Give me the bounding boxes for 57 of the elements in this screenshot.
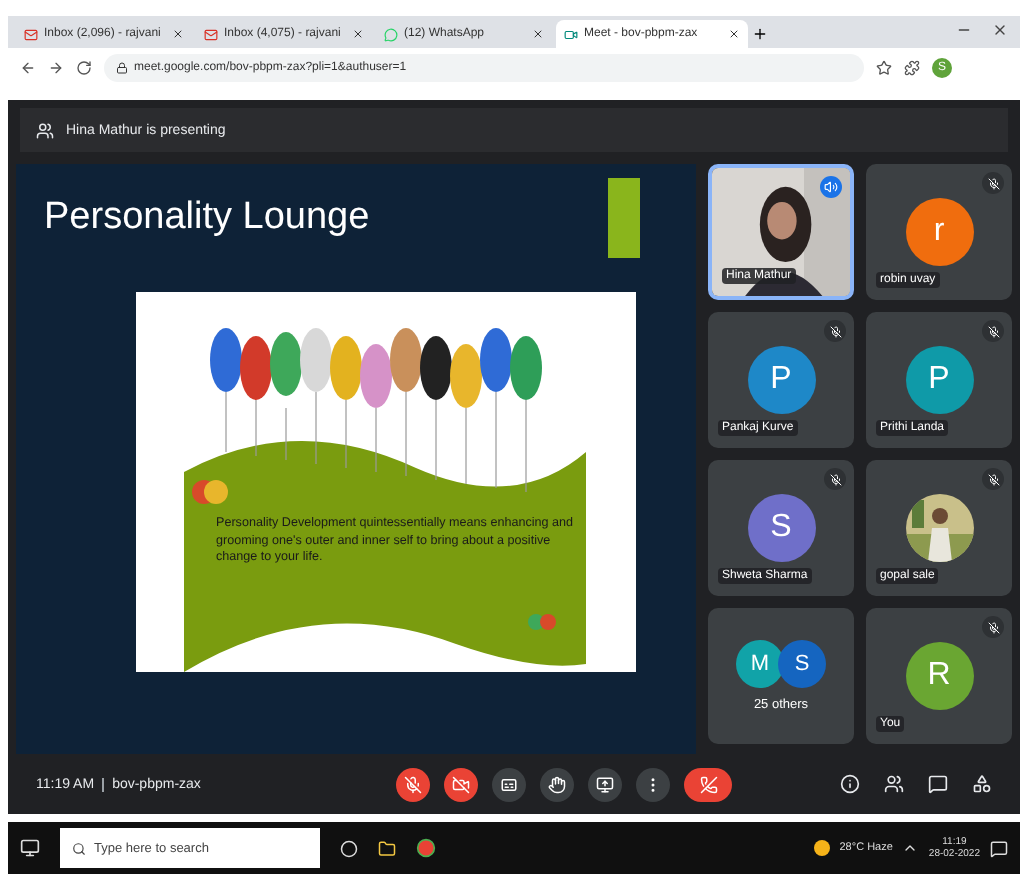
video-icon <box>564 27 578 41</box>
shapes-icon[interactable] <box>972 774 992 794</box>
search-icon <box>72 841 86 855</box>
chat-icon <box>384 27 398 41</box>
mic-off-icon <box>982 172 1004 194</box>
microphone-button[interactable] <box>396 767 430 801</box>
captions-icon <box>500 775 518 793</box>
forward-icon[interactable] <box>48 60 64 76</box>
captions-button[interactable] <box>492 767 526 801</box>
participant-avatar: P <box>747 346 815 414</box>
present-button[interactable] <box>588 767 622 801</box>
person-icon <box>36 121 54 139</box>
star-icon[interactable] <box>876 60 892 76</box>
notifications-icon[interactable] <box>990 839 1008 857</box>
camera-button[interactable] <box>444 767 478 801</box>
mic-off-icon <box>824 468 846 490</box>
circle-icon[interactable] <box>340 839 358 857</box>
close-icon[interactable] <box>532 28 544 40</box>
participant-avatar: S <box>747 494 815 562</box>
back-icon[interactable] <box>20 60 36 76</box>
folder-icon[interactable] <box>378 839 396 857</box>
extensions-icon[interactable] <box>904 60 920 76</box>
browser-icon[interactable] <box>416 838 436 858</box>
participant-avatar: r <box>905 198 973 266</box>
close-icon[interactable] <box>172 28 184 40</box>
reload-icon[interactable] <box>76 60 92 76</box>
phone-off-icon <box>699 775 717 793</box>
new-tab-icon[interactable] <box>752 26 768 42</box>
mail-icon <box>24 27 38 41</box>
mic-off-icon <box>824 320 846 342</box>
camera-off-icon <box>452 775 470 793</box>
slide-title: Personality Lounge <box>44 196 372 240</box>
mic-off-icon <box>982 320 1004 342</box>
participant-avatar: P <box>905 346 973 414</box>
close-icon[interactable] <box>728 28 740 40</box>
more-button[interactable] <box>636 767 670 801</box>
hand-icon <box>548 775 566 793</box>
info-icon[interactable] <box>840 774 860 794</box>
people-icon[interactable] <box>884 774 904 794</box>
slide-accent-bar <box>608 178 640 258</box>
mic-off-icon <box>982 616 1004 638</box>
end-call-button[interactable] <box>684 767 732 801</box>
participant-avatar: S <box>778 640 826 688</box>
caret-icon[interactable] <box>902 840 919 856</box>
mail-icon <box>204 27 218 41</box>
microphone-off-icon <box>404 775 422 793</box>
chat-icon[interactable] <box>928 774 948 794</box>
start-icon[interactable] <box>20 838 40 858</box>
lock-icon <box>116 62 128 74</box>
present-icon <box>596 775 614 793</box>
participant-avatar: M <box>736 640 784 688</box>
participant-avatar: R <box>905 642 973 710</box>
raise-hand-button[interactable] <box>540 767 574 801</box>
weather-icon <box>813 840 830 856</box>
close-icon[interactable] <box>352 28 364 40</box>
close-icon[interactable] <box>992 21 1008 37</box>
mic-off-icon <box>982 468 1004 490</box>
